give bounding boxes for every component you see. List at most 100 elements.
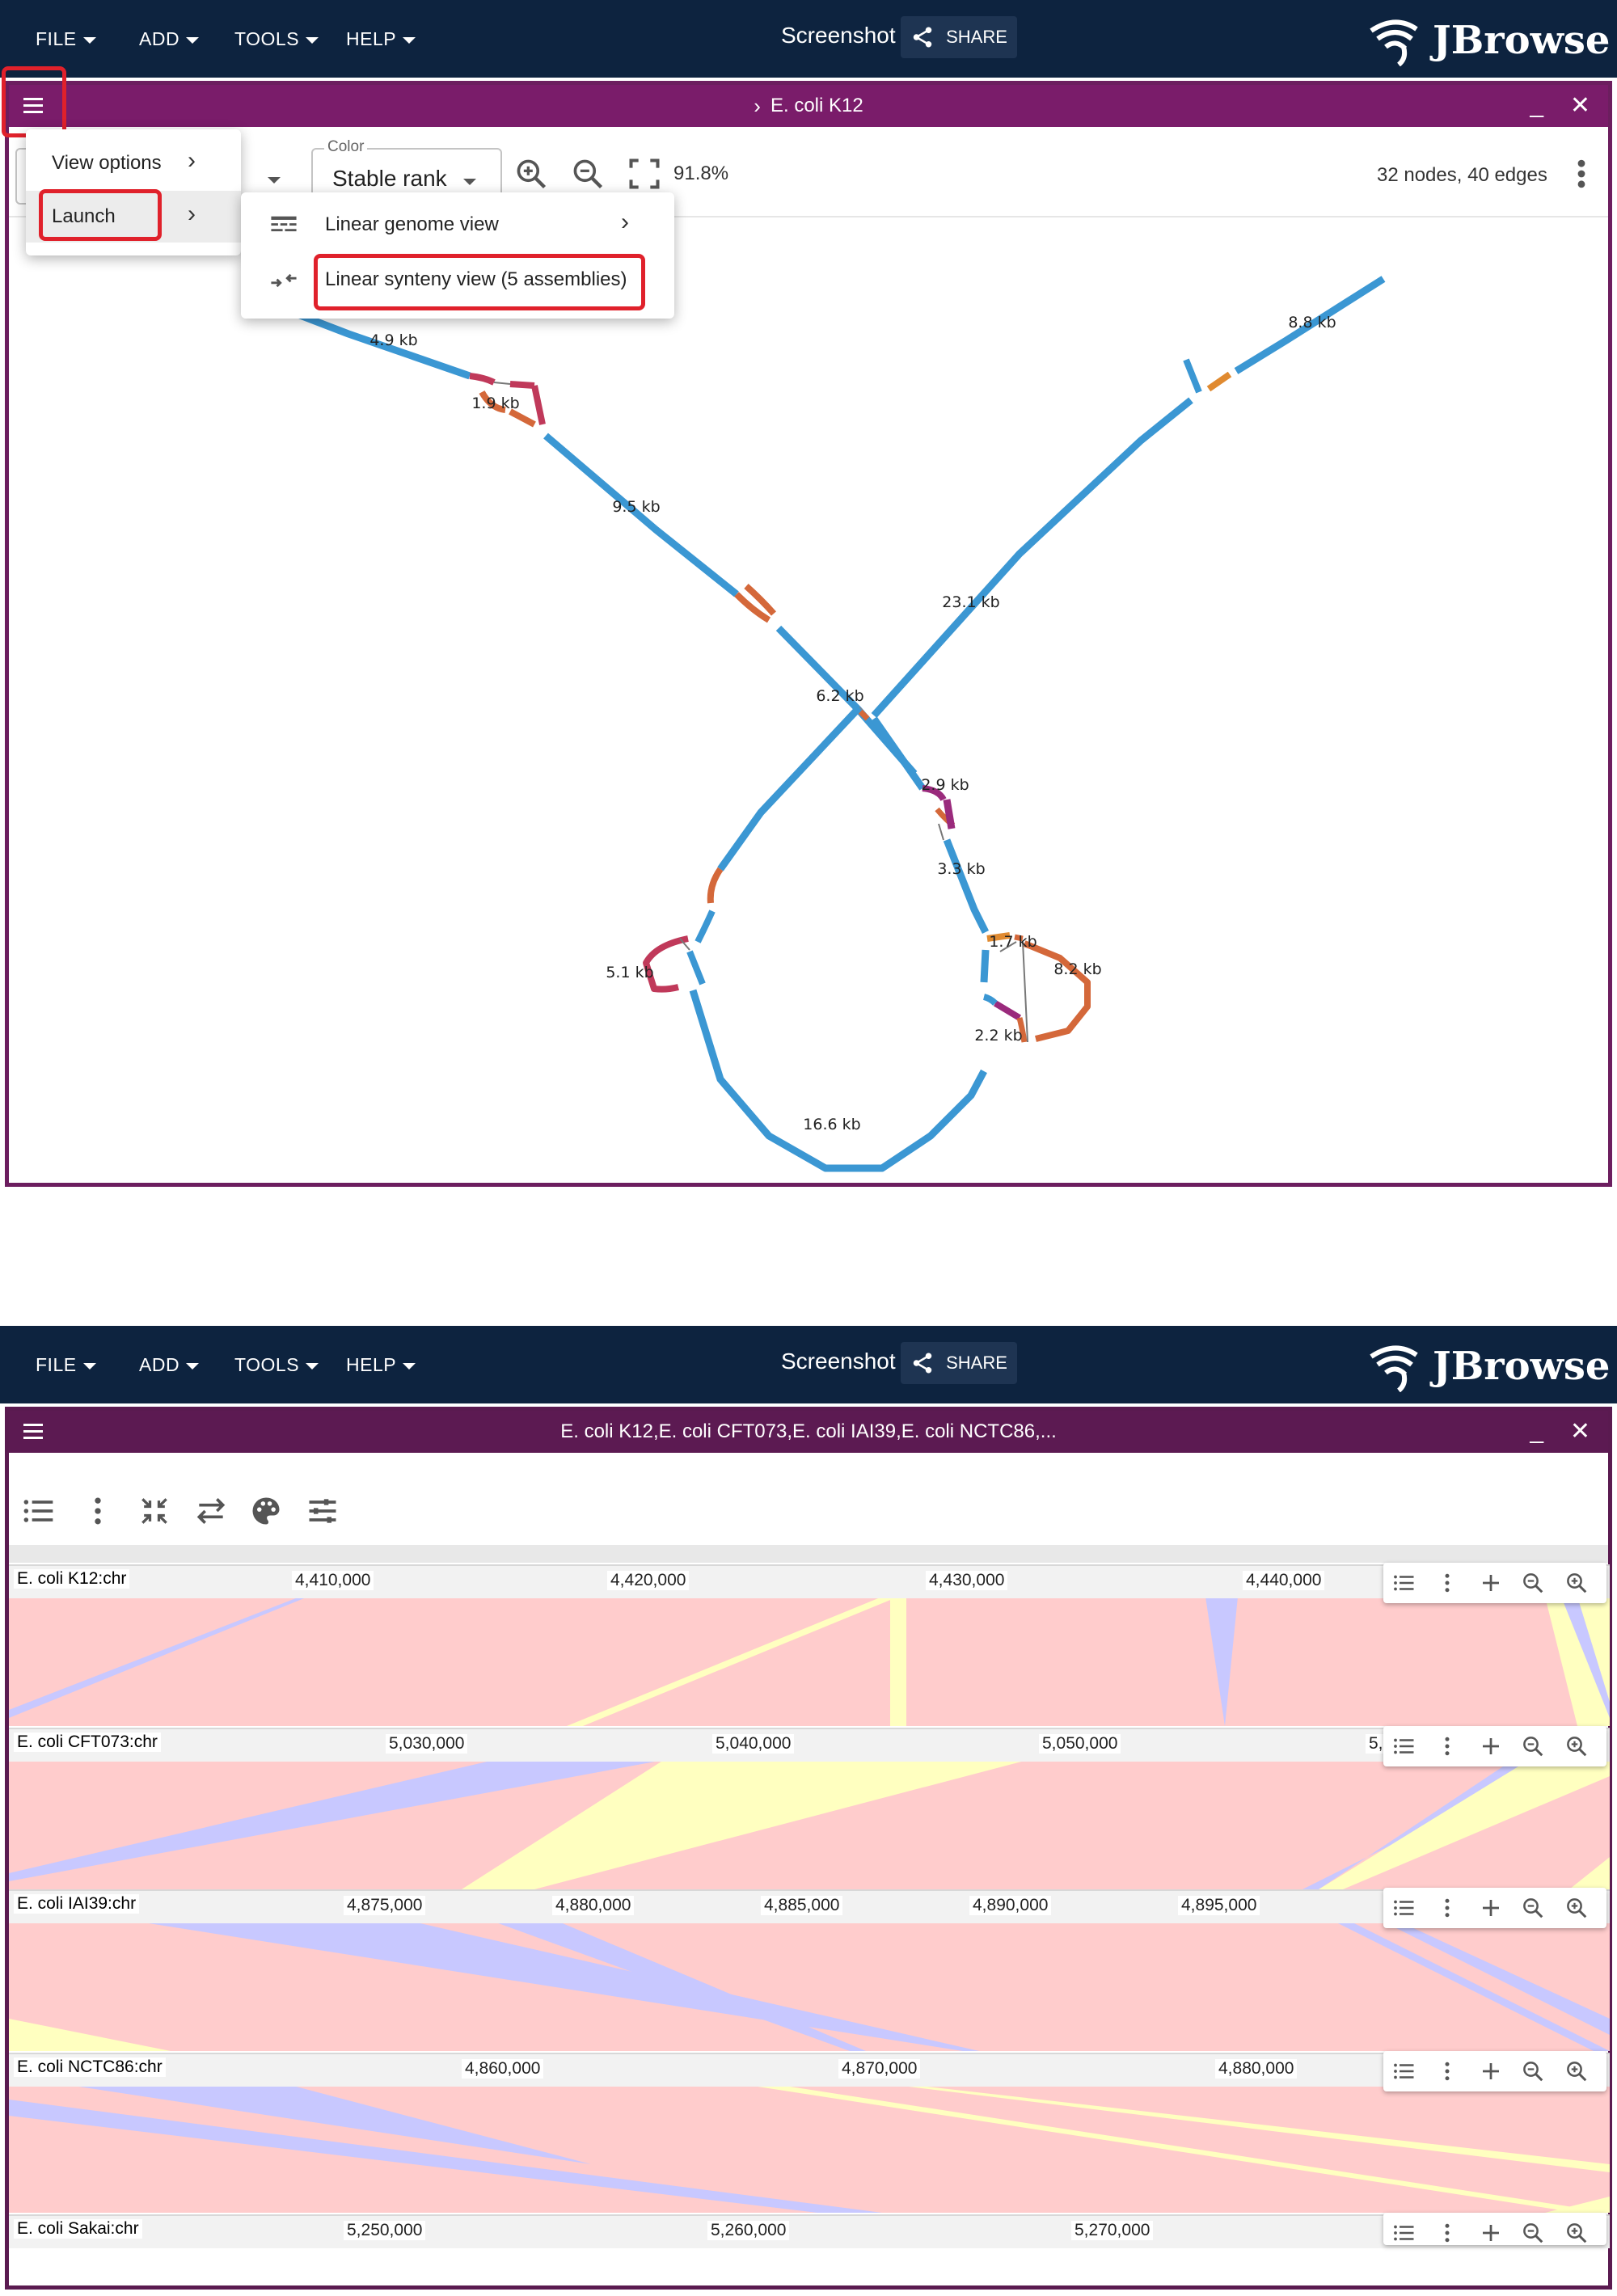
- add-menu[interactable]: ADD: [139, 23, 200, 55]
- track-list-icon[interactable]: [1391, 1571, 1416, 1595]
- caret-down-icon: [403, 37, 416, 44]
- graph-link: [493, 382, 511, 385]
- track-list-icon[interactable]: [1391, 1896, 1416, 1920]
- share-button[interactable]: SHARE: [901, 1342, 1017, 1384]
- more-vert-icon[interactable]: [80, 1493, 116, 1529]
- graph-edge: [717, 704, 863, 872]
- add-menu[interactable]: ADD: [139, 1348, 200, 1381]
- zoom-in-icon[interactable]: [1564, 1896, 1589, 1920]
- zoom-out-icon[interactable]: [1521, 2059, 1545, 2083]
- edge-labels: 4.9 kb 1.9 kb 9.5 kb 8.8 kb 23.1 kb 6.2 …: [369, 314, 1336, 1133]
- screenshot-synteny-view: FILE ADD TOOLS HELP Screenshot SHARE JBr…: [0, 1326, 1617, 2296]
- zoom-out-icon[interactable]: [1521, 1571, 1545, 1595]
- tick-label: 4,885,000: [761, 1896, 843, 1915]
- synteny-band-3: [9, 1922, 1610, 2051]
- graph-edge: [993, 1000, 1022, 1021]
- edge-label: 3.3 kb: [937, 860, 985, 878]
- jbrowse-logo: JBrowse: [1366, 1340, 1610, 1392]
- edge-label: 8.8 kb: [1288, 314, 1336, 331]
- tick-label: 4,895,000: [1178, 1896, 1260, 1915]
- collapse-icon[interactable]: [137, 1493, 172, 1529]
- settings-sliders-icon[interactable]: [305, 1493, 340, 1529]
- graph-edge: [871, 716, 926, 791]
- graph-edge: [531, 385, 546, 425]
- zoom-in-icon[interactable]: [1564, 1571, 1589, 1595]
- synteny-band-4: [9, 2083, 1610, 2213]
- graph-edge: [980, 949, 990, 983]
- track-selector-icon[interactable]: [20, 1493, 56, 1529]
- edge-label: 8.2 kb: [1053, 960, 1101, 978]
- plus-icon[interactable]: [1479, 1571, 1503, 1595]
- tick-label: 5,050,000: [1039, 1734, 1121, 1754]
- zoom-out-icon[interactable]: [1521, 1734, 1545, 1758]
- tick-label: 4,875,000: [344, 1896, 426, 1915]
- more-vert-icon[interactable]: [1435, 1571, 1459, 1595]
- app-bar: FILE ADD TOOLS HELP Screenshot SHARE JBr…: [0, 0, 1617, 78]
- zoom-in-icon[interactable]: [1564, 1734, 1589, 1758]
- edge-label: 1.7 kb: [989, 933, 1036, 951]
- jbrowse-logo: JBrowse: [1366, 15, 1610, 66]
- more-vert-icon[interactable]: [1435, 1896, 1459, 1920]
- caret-down-icon: [82, 1363, 96, 1370]
- edge-label: 2.9 kb: [921, 776, 969, 794]
- graph-edge: [695, 910, 716, 943]
- plus-icon[interactable]: [1479, 2059, 1503, 2083]
- more-vert-icon[interactable]: [1435, 2221, 1459, 2245]
- graph-edge: [871, 397, 1193, 719]
- track-label: E. coli NCTC86:chr: [14, 2058, 166, 2077]
- screenshot-graph-view: FILE ADD TOOLS HELP Screenshot SHARE JBr…: [0, 0, 1617, 1197]
- track-row-k12: E. coli K12:chr 4,410,000 4,420,000 4,43…: [9, 1564, 1610, 1598]
- tools-menu[interactable]: TOOLS: [234, 23, 319, 55]
- file-menu[interactable]: FILE: [36, 23, 96, 55]
- track-row-cft073: E. coli CFT073:chr 5,030,000 5,040,000 5…: [9, 1728, 1610, 1762]
- graph-edge: [943, 799, 956, 829]
- more-vert-icon[interactable]: [1435, 1734, 1459, 1758]
- graph-edge: [1183, 358, 1202, 394]
- track-list-icon[interactable]: [1391, 1734, 1416, 1758]
- session-title: Screenshot: [781, 23, 896, 48]
- tick-label: 4,880,000: [552, 1896, 635, 1915]
- tick-label: 5,040,000: [712, 1734, 795, 1754]
- graph-edge: [1206, 371, 1232, 392]
- share-button[interactable]: SHARE: [901, 16, 1017, 58]
- track-list-icon[interactable]: [1391, 2221, 1416, 2245]
- chevron-right-icon: ›: [188, 200, 196, 227]
- minimize-icon[interactable]: _: [1530, 1417, 1543, 1445]
- edge-label: 16.6 kb: [803, 1116, 860, 1133]
- tick-label: 5,250,000: [344, 2221, 426, 2240]
- help-menu[interactable]: HELP: [346, 1348, 416, 1381]
- zoom-in-icon[interactable]: [1564, 2221, 1589, 2245]
- zoom-in-icon[interactable]: [1564, 2059, 1589, 2083]
- caret-down-icon: [186, 1363, 200, 1370]
- zoom-out-icon[interactable]: [1521, 2221, 1545, 2245]
- synteny-icon: [271, 273, 297, 288]
- palette-icon[interactable]: [248, 1493, 284, 1529]
- menu-item-view-options[interactable]: View options ›: [26, 137, 241, 189]
- view-title-bar: E. coli K12,E. coli CFT073,E. coli IAI39…: [9, 1411, 1608, 1453]
- zoom-out-icon[interactable]: [1521, 1896, 1545, 1920]
- track-label: E. coli K12:chr: [14, 1569, 130, 1589]
- swap-icon[interactable]: [193, 1493, 229, 1529]
- track-label: E. coli Sakai:chr: [14, 2219, 142, 2239]
- plus-icon[interactable]: [1479, 1734, 1503, 1758]
- edge-label: 2.2 kb: [974, 1027, 1022, 1045]
- close-icon[interactable]: ✕: [1570, 1417, 1590, 1446]
- plus-icon[interactable]: [1479, 1896, 1503, 1920]
- menu-item-linear-genome-view[interactable]: Linear genome view ›: [241, 197, 674, 252]
- synteny-band-1: [9, 1597, 1610, 1726]
- track-list-icon[interactable]: [1391, 2059, 1416, 2083]
- caret-down-icon: [403, 1363, 416, 1370]
- share-icon: [913, 1353, 932, 1374]
- track-row-iai39: E. coli IAI39:chr 4,875,000 4,880,000 4,…: [9, 1889, 1610, 1923]
- tick-label: 4,430,000: [926, 1571, 1008, 1590]
- help-menu[interactable]: HELP: [346, 23, 416, 55]
- highlight-box: [2, 66, 66, 137]
- overview-strip: [9, 1545, 1608, 1563]
- tools-menu[interactable]: TOOLS: [234, 1348, 319, 1381]
- graph-edge: [1023, 940, 1091, 1042]
- view-menu-button[interactable]: [20, 1420, 46, 1443]
- plus-icon[interactable]: [1479, 2221, 1503, 2245]
- more-vert-icon[interactable]: [1435, 2059, 1459, 2083]
- file-menu[interactable]: FILE: [36, 1348, 96, 1381]
- track-label: E. coli IAI39:chr: [14, 1894, 140, 1914]
